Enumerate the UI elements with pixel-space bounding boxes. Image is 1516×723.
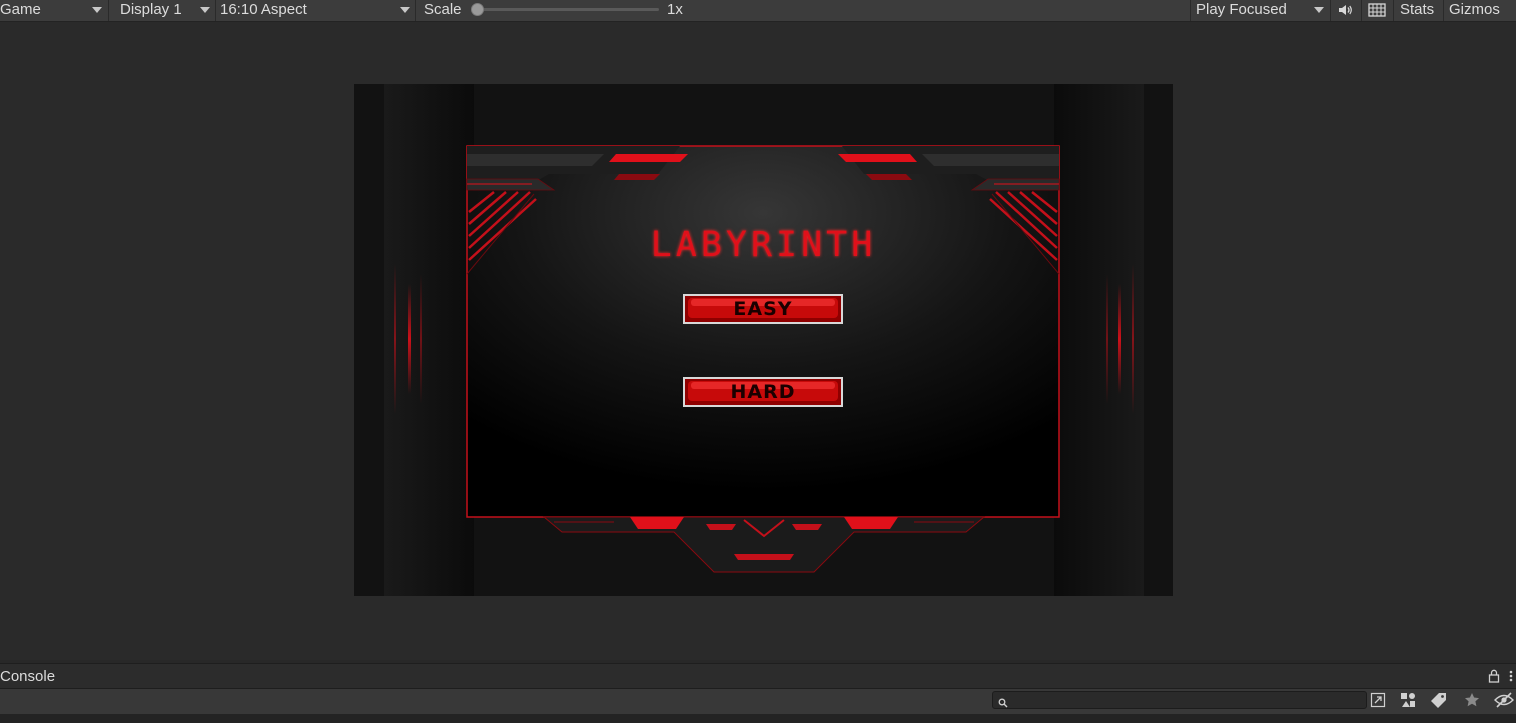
divider <box>1361 0 1362 21</box>
play-mode-dropdown[interactable]: Play Focused <box>1196 0 1328 21</box>
easy-button[interactable]: EASY <box>683 294 843 324</box>
search-icon <box>998 695 1008 708</box>
divider <box>108 0 109 21</box>
aspect-dropdown[interactable]: 16:10 Aspect <box>220 0 412 21</box>
stats-button[interactable]: Stats <box>1400 0 1434 21</box>
console-tab[interactable]: Console <box>0 668 55 685</box>
caret-down-icon <box>400 7 410 13</box>
divider <box>415 0 416 21</box>
play-mode-label: Play Focused <box>1196 1 1287 18</box>
display-dropdown[interactable]: Display 1 <box>120 0 214 21</box>
search-field[interactable] <box>992 691 1367 709</box>
star-icon[interactable] <box>1464 692 1480 708</box>
game-tab-label: Game <box>0 1 41 18</box>
caret-down-icon <box>200 7 210 13</box>
scale-label: Scale <box>424 1 462 18</box>
scale-value: 1x <box>667 1 683 18</box>
lock-icon[interactable] <box>1488 669 1500 683</box>
tag-icon[interactable] <box>1431 692 1447 708</box>
scale-slider-handle[interactable] <box>471 3 484 16</box>
menu-frame-graphic <box>354 84 1173 596</box>
gizmos-button[interactable]: Gizmos <box>1449 0 1500 21</box>
divider <box>1190 0 1191 21</box>
display-label: Display 1 <box>120 1 182 18</box>
divider <box>1393 0 1394 21</box>
game-view-toolbar: Game Display 1 16:10 Aspect Scale 1x Pla… <box>0 0 1516 22</box>
aspect-label: 16:10 Aspect <box>220 1 307 18</box>
scale-slider-track[interactable] <box>477 8 659 11</box>
game-title: LABYRINTH <box>650 225 877 265</box>
caret-down-icon <box>92 7 102 13</box>
scene-icon[interactable] <box>1399 691 1417 709</box>
divider <box>1330 0 1331 21</box>
caret-down-icon <box>1314 7 1324 13</box>
console-tab-bar: Console <box>0 663 1516 688</box>
hard-button[interactable]: HARD <box>683 377 843 407</box>
divider <box>215 0 216 21</box>
pin-icon[interactable] <box>1370 692 1386 708</box>
game-tab[interactable]: Game <box>0 0 108 21</box>
project-breadcrumb-strip <box>0 714 1516 723</box>
search-input[interactable] <box>1013 692 1353 708</box>
more-icon[interactable] <box>1508 669 1514 683</box>
audio-icon[interactable] <box>1337 2 1353 18</box>
grid-icon[interactable] <box>1368 2 1386 18</box>
game-render-area: LABYRINTH <box>354 84 1173 596</box>
divider <box>1443 0 1444 21</box>
hard-button-label: HARD <box>730 381 796 403</box>
eye-hidden-icon[interactable] <box>1494 691 1514 709</box>
easy-button-label: EASY <box>733 298 793 320</box>
